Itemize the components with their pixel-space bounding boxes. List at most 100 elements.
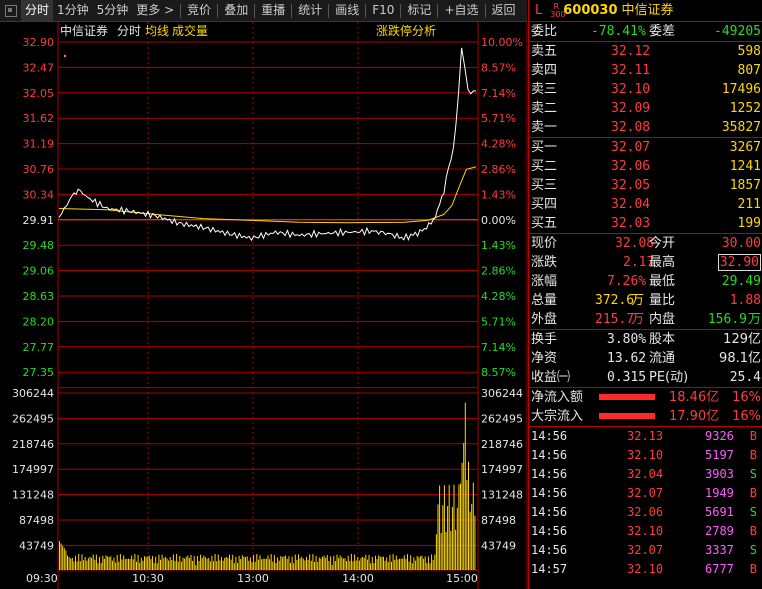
ask-row[interactable]: 卖五 32.12 598: [529, 42, 762, 61]
volume-bar: [326, 555, 328, 570]
volume-bar: [391, 561, 392, 570]
volume-bar: [418, 557, 420, 570]
tick-row[interactable]: 14:56 32.13 9326 B: [529, 427, 762, 446]
volume-bar: [439, 485, 441, 570]
tab-5min[interactable]: 5分钟: [93, 0, 133, 21]
stats-button[interactable]: 统计: [294, 0, 326, 21]
mark-button[interactable]: 标记: [403, 0, 435, 21]
overlay-button[interactable]: 叠加: [220, 0, 252, 21]
avg-line-legend[interactable]: 均线: [145, 24, 169, 38]
back-button[interactable]: 返回: [488, 0, 520, 21]
volume-bar: [233, 563, 235, 570]
tick-row[interactable]: 14:56 32.07 3337 S: [529, 541, 762, 560]
volume-bar: [174, 560, 176, 570]
volume-tick-label-right: 131248: [481, 489, 523, 502]
volume-bar: [92, 554, 94, 570]
volume-legend[interactable]: 成交量: [172, 23, 208, 38]
volume-bar: [99, 556, 101, 570]
tick-row[interactable]: 14:56 32.06 5691 S: [529, 503, 762, 522]
tick-row[interactable]: 14:57 32.10 6777 B: [529, 560, 762, 579]
tab-intraday[interactable]: 分时: [21, 0, 54, 21]
percent-tick-label: 5.71%: [481, 112, 516, 125]
volume-bar: [429, 563, 431, 570]
tab-more[interactable]: 更多 >: [132, 0, 178, 21]
volume-bar: [213, 561, 214, 570]
open-label: 今开: [649, 236, 676, 251]
volume-bar: [192, 561, 194, 570]
volume-bar: [306, 556, 307, 570]
tick-row[interactable]: 14:56 32.07 1949 B: [529, 484, 762, 503]
volume-bar: [437, 504, 439, 570]
volume-tick-label-right: 306244: [481, 387, 523, 400]
percent-tick-label: 1.43%: [481, 188, 516, 201]
order-ratio-row: 委比 -78.41% 委差 -49205: [529, 22, 762, 41]
volume-bar: [67, 555, 68, 570]
bid-row[interactable]: 买五 32.03 199: [529, 214, 762, 233]
price-tick-label: 29.91: [23, 214, 55, 227]
volume-bar: [214, 553, 216, 570]
volume-bar: [102, 555, 104, 570]
ask-row[interactable]: 卖四 32.11 807: [529, 61, 762, 80]
ask-row[interactable]: 卖二 32.09 1252: [529, 99, 762, 118]
change-label: 涨跌: [531, 255, 558, 270]
volume-bar: [407, 554, 408, 570]
ask-price: 32.12: [611, 44, 651, 59]
volume-bar: [341, 557, 343, 570]
ask-level-label: 卖二: [531, 101, 558, 116]
bid-volume: 211: [737, 197, 761, 212]
volume-bar: [455, 529, 457, 570]
volume-bar: [243, 556, 245, 570]
ask-volume: 807: [737, 63, 761, 78]
net-asset-label: 净资: [531, 351, 558, 366]
volume-bar: [270, 554, 272, 570]
tick-list[interactable]: 14:56 32.13 9326 B 14:56 32.10 5197 B 14:56 32.04…: [529, 427, 762, 579]
chart-mode-label[interactable]: 分时: [117, 24, 141, 38]
volume-bar: [105, 555, 107, 570]
tick-price: 32.13: [627, 429, 664, 443]
volume-tick-label: 218746: [12, 438, 54, 451]
volume-bar: [431, 554, 433, 570]
volume-bar: [283, 556, 285, 570]
bid-row[interactable]: 买一 32.07 3267: [529, 138, 762, 157]
volume-bar: [140, 557, 142, 570]
limit-analysis-link[interactable]: 涨跌停分析: [376, 23, 436, 38]
volume-bar: [443, 485, 445, 570]
bid-level-label: 买三: [531, 178, 558, 193]
ask-row[interactable]: 卖三 32.10 17496: [529, 80, 762, 99]
volume-bar: [472, 482, 474, 570]
window-icon[interactable]: [5, 4, 17, 17]
replay-button[interactable]: 重播: [257, 0, 289, 21]
tick-price: 32.07: [627, 486, 664, 500]
volume-bar: [211, 555, 213, 570]
draw-line-button[interactable]: 画线: [331, 0, 363, 21]
volume-bar: [257, 559, 259, 570]
tab-1min[interactable]: 1分钟: [53, 0, 93, 21]
auction-button[interactable]: 竞价: [183, 0, 215, 21]
volume-bar: [362, 556, 364, 570]
order-ratio-label: 委比: [531, 24, 558, 39]
tick-row[interactable]: 14:56 32.04 3903 S: [529, 465, 762, 484]
intraday-chart[interactable]: 32.90 10.00% 32.47 8.57% 32.05 7.14% 31.62 5.71…: [0, 22, 527, 589]
tick-volume: 3337: [705, 543, 734, 557]
current-point-marker: [64, 55, 66, 57]
tick-row[interactable]: 14:56 32.10 2789 B: [529, 522, 762, 541]
volume-bar: [76, 561, 78, 570]
bid-row[interactable]: 买四 32.04 211: [529, 195, 762, 214]
volume-bar: [299, 558, 301, 570]
add-watchlist-button[interactable]: +自选: [440, 0, 482, 21]
ask-row[interactable]: 卖一 32.08 35827: [529, 118, 762, 137]
bid-level-label: 买二: [531, 159, 558, 174]
volume-bar: [225, 556, 227, 570]
volume-bar: [338, 558, 340, 570]
volume-bar: [71, 557, 73, 570]
flow-row: 大宗流入 17.90亿 16%: [529, 407, 762, 426]
tick-row[interactable]: 14:56 32.10 5197 B: [529, 446, 762, 465]
bid-row[interactable]: 买三 32.05 1857: [529, 176, 762, 195]
f10-button[interactable]: F10: [368, 0, 398, 21]
bid-row[interactable]: 买二 32.06 1241: [529, 157, 762, 176]
volume-bar: [158, 554, 160, 570]
chart-canvas[interactable]: 32.90 10.00% 32.47 8.57% 32.05 7.14% 31.62 5.71…: [0, 22, 527, 589]
volume-bar: [272, 561, 274, 570]
volume-bar: [415, 560, 417, 570]
volume-bar: [394, 559, 396, 570]
